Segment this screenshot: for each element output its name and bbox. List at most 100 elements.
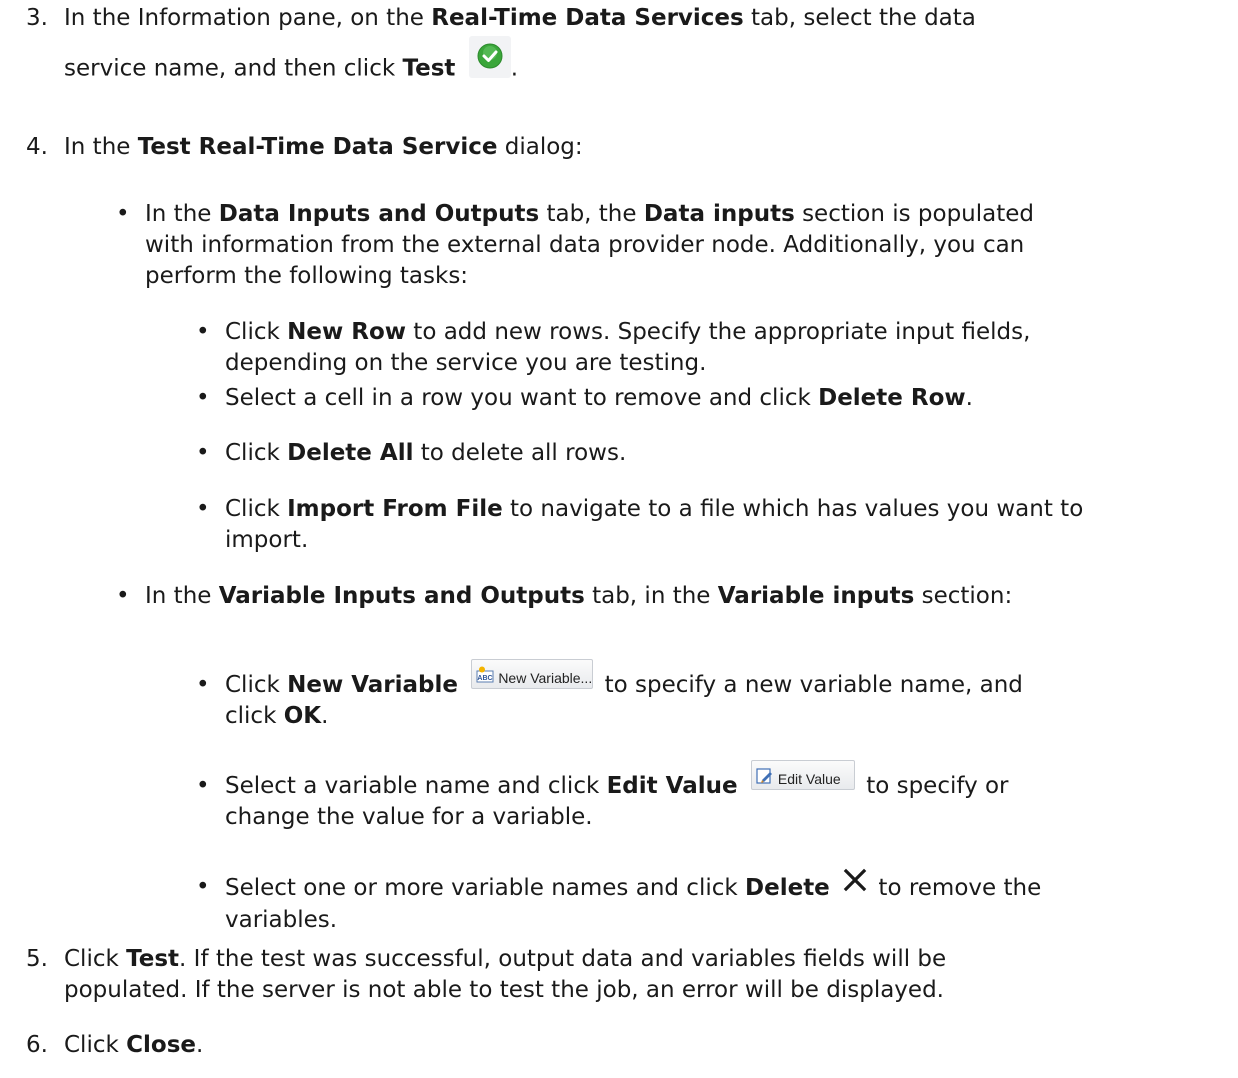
ui-term: Variable inputs	[717, 583, 915, 609]
text: . If the test was successful, output dat…	[179, 946, 947, 972]
bullet-dot: •	[116, 201, 130, 227]
ui-term: Test	[126, 946, 180, 972]
step-text: In the Test Real-Time Data Service dialo…	[64, 130, 1228, 164]
button-label: New Variable...	[498, 669, 593, 686]
line: Select a variable name and click Edit Va…	[225, 759, 1228, 802]
edit-pencil-icon	[756, 765, 774, 796]
text: tab, the	[539, 201, 644, 227]
text: .	[510, 55, 519, 82]
line: with information from the external data …	[145, 232, 1025, 258]
bullet-dot: •	[196, 773, 210, 799]
new-variable-button-image: ABC New Variable...	[471, 658, 594, 689]
ui-term: Real-Time Data Services	[431, 5, 744, 31]
abc-variable-icon: ABC	[476, 664, 494, 695]
text: service name, and then click	[64, 55, 403, 82]
text: Click	[225, 440, 288, 466]
item-text: Click New Row to add new rows. Specify t…	[225, 317, 1228, 379]
text: dialog:	[497, 134, 583, 160]
step-text: Click Test. If the test was successful, …	[64, 944, 1228, 1006]
step-number: 3.	[26, 5, 48, 31]
line: click OK.	[225, 701, 1228, 732]
text: Select a variable name and click	[225, 773, 607, 799]
text: to remove the	[871, 875, 1042, 901]
ui-term: Data inputs	[643, 201, 795, 227]
text: .	[195, 1032, 204, 1058]
ui-term: Import From File	[287, 496, 503, 522]
green-check-circle-icon	[468, 36, 511, 88]
text: .	[321, 703, 329, 729]
button-label: Edit Value	[777, 770, 841, 787]
text: to delete all rows.	[413, 440, 627, 466]
item-text: Select one or more variable names and cl…	[225, 868, 1228, 936]
bullet-text: In the Data Inputs and Outputs tab, the …	[145, 199, 1228, 292]
bullet-dot: •	[196, 319, 210, 345]
ui-term: Edit Value	[606, 773, 738, 799]
text: to add new rows. Specify the appropriate…	[406, 319, 1031, 345]
text: In the	[145, 583, 219, 609]
text: tab, select the data	[743, 5, 976, 31]
ui-term: New Variable	[287, 672, 458, 698]
ui-term: Test	[402, 55, 456, 82]
ui-term: Close	[126, 1032, 196, 1058]
line: depending on the service you are testing…	[225, 350, 707, 376]
line: Click Test. If the test was successful, …	[64, 944, 1228, 975]
ui-term: Data Inputs and Outputs	[218, 201, 540, 227]
step-text: In the Information pane, on the Real-Tim…	[64, 1, 1228, 88]
line: perform the following tasks:	[145, 263, 469, 289]
text: to specify a new variable name, and	[597, 672, 1023, 698]
step-number: 5.	[26, 946, 48, 972]
text: Click	[64, 1032, 127, 1058]
text: click	[225, 703, 284, 729]
step-number: 4.	[26, 134, 48, 160]
item-text: Click Import From File to navigate to a …	[225, 494, 1228, 556]
bullet-dot: •	[196, 496, 210, 522]
text: to specify or	[858, 773, 1009, 799]
line: variables.	[225, 907, 338, 933]
ui-term: Test Real-Time Data Service	[137, 134, 498, 160]
step-number: 6.	[26, 1032, 48, 1058]
step-3-line-1: In the Information pane, on the Real-Tim…	[64, 1, 1228, 35]
item-text: Click New Variable ABC New Variable... t…	[225, 658, 1228, 732]
edit-value-button-image: Edit Value	[750, 759, 855, 790]
item-text: Select a variable name and click Edit Va…	[225, 759, 1228, 833]
bullet-dot: •	[196, 385, 210, 411]
bullet-text: In the Variable Inputs and Outputs tab, …	[145, 581, 1228, 612]
text: section:	[914, 583, 1013, 609]
x-delete-icon	[843, 868, 867, 901]
bullet-dot: •	[116, 583, 130, 609]
text: Click	[225, 319, 288, 345]
ui-term: Delete	[745, 875, 830, 901]
ui-term: Variable Inputs and Outputs	[218, 583, 585, 609]
text: to navigate to a file which has values y…	[502, 496, 1084, 522]
svg-text:ABC: ABC	[478, 675, 493, 682]
text: Select one or more variable names and cl…	[225, 875, 746, 901]
text: Click	[225, 672, 288, 698]
text: Select a cell in a row you want to remov…	[225, 385, 819, 411]
text: In the Information pane, on the	[64, 5, 432, 31]
text: Click	[64, 946, 127, 972]
text: tab, in the	[584, 583, 718, 609]
text: In the	[145, 201, 219, 227]
line: import.	[225, 527, 309, 553]
step-text: Click Close.	[64, 1030, 1228, 1061]
text: In the	[64, 134, 138, 160]
text: Click	[225, 496, 288, 522]
ui-term: New Row	[287, 319, 406, 345]
bullet-dot: •	[196, 874, 210, 900]
document-page: 3. In the Information pane, on the Real-…	[0, 0, 1238, 1078]
bullet-dot: •	[196, 672, 210, 698]
item-text: Select a cell in a row you want to remov…	[225, 383, 1228, 414]
line: Click New Row to add new rows. Specify t…	[225, 317, 1228, 348]
text: .	[965, 385, 973, 411]
ui-term: OK	[283, 703, 322, 729]
ui-term: Delete Row	[818, 385, 966, 411]
item-text: Click Delete All to delete all rows.	[225, 438, 1228, 469]
ui-term: Delete All	[287, 440, 414, 466]
line: Click Import From File to navigate to a …	[225, 494, 1228, 525]
line: change the value for a variable.	[225, 804, 593, 830]
line: populated. If the server is not able to …	[64, 977, 944, 1003]
line: In the Data Inputs and Outputs tab, the …	[145, 199, 1228, 230]
line: Click New Variable ABC New Variable... t…	[225, 658, 1228, 701]
bullet-dot: •	[196, 440, 210, 466]
line: Select one or more variable names and cl…	[225, 868, 1228, 905]
